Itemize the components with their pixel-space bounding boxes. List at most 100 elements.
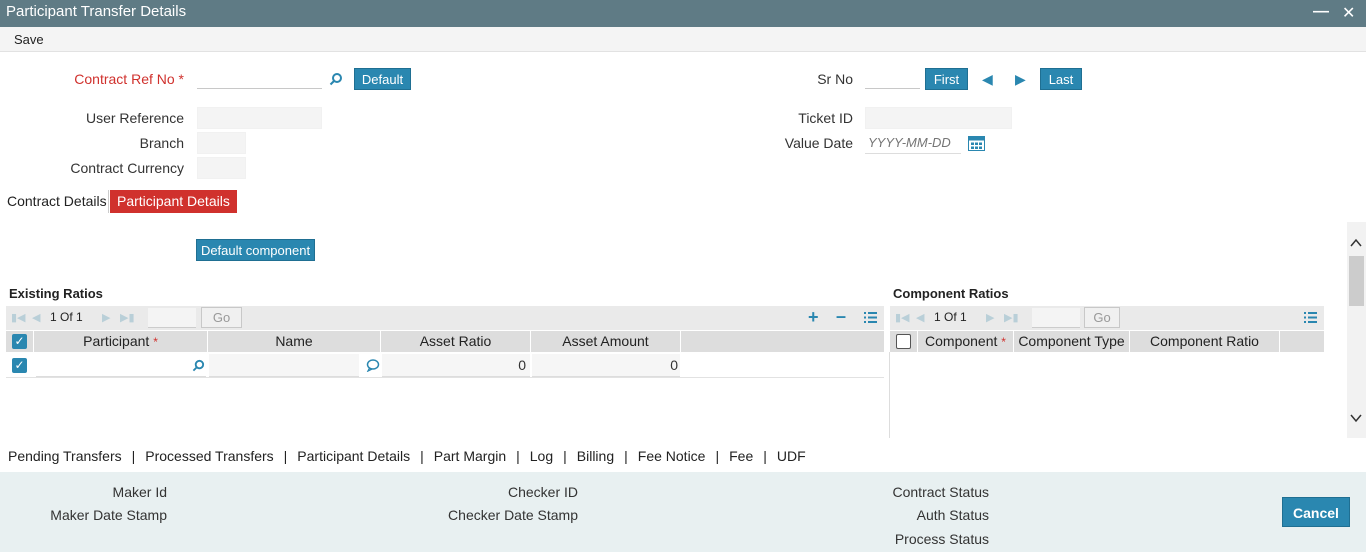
delete-row-icon[interactable]: – [836, 306, 846, 327]
page-number-input[interactable] [148, 308, 196, 328]
first-page-icon[interactable]: ▮◀ [11, 311, 26, 324]
contract-currency-label: Contract Currency [70, 160, 184, 176]
default-component-button[interactable]: Default component [196, 239, 315, 261]
row-checkbox[interactable]: ✓ [12, 358, 27, 373]
calendar-icon[interactable] [968, 136, 985, 151]
page-number-input[interactable] [1032, 308, 1080, 328]
component-ratios-title: Component Ratios [893, 286, 1009, 301]
audit-footer: Maker Id Maker Date Stamp Checker ID Che… [0, 472, 1366, 552]
title-bar: Participant Transfer Details — ✕ [0, 0, 1366, 27]
next-record-icon[interactable]: ▶ [1015, 69, 1026, 89]
link-udf[interactable]: UDF [777, 448, 806, 464]
component-ratios-toolbar: ▮◀ ◀ 1 Of 1 ▶ ▶▮ Go [890, 306, 1324, 330]
list-view-icon[interactable] [864, 311, 877, 324]
col-component-ratio[interactable]: Component Ratio [1130, 331, 1280, 352]
comment-icon[interactable] [366, 359, 380, 372]
scroll-down-icon[interactable] [1350, 413, 1362, 423]
ticket-id-label: Ticket ID [798, 110, 853, 126]
contract-currency-field [197, 157, 246, 179]
col-name[interactable]: Name [208, 331, 381, 352]
sr-no-input[interactable] [865, 67, 920, 89]
tab-contract-details[interactable]: Contract Details [7, 193, 107, 209]
select-all-cell: ✓ [6, 331, 34, 352]
branch-field [197, 132, 246, 154]
list-view-icon[interactable] [1304, 311, 1317, 324]
existing-ratios-title: Existing Ratios [9, 286, 103, 301]
select-all-checkbox[interactable]: ✓ [12, 334, 27, 349]
link-fee[interactable]: Fee [729, 448, 753, 464]
existing-ratios-header: ✓ Participant * Name Asset Ratio Asset A… [6, 331, 884, 352]
select-all-checkbox[interactable] [896, 334, 911, 349]
col-component[interactable]: Component * [918, 331, 1014, 352]
search-icon[interactable] [329, 72, 343, 86]
last-page-icon[interactable]: ▶▮ [120, 311, 135, 324]
link-log[interactable]: Log [530, 448, 553, 464]
link-separator: | [763, 448, 767, 464]
name-field [209, 354, 359, 377]
contract-ref-label-text: Contract Ref No [74, 71, 175, 87]
link-separator: | [563, 448, 567, 464]
link-part-margin[interactable]: Part Margin [434, 448, 506, 464]
go-button[interactable]: Go [1084, 307, 1120, 328]
page-of-label: Of [944, 310, 957, 324]
asset-amount-cell[interactable]: 0 [532, 354, 680, 377]
next-page-icon[interactable]: ▶ [986, 311, 994, 324]
col-asset-amount[interactable]: Asset Amount [531, 331, 681, 352]
contract-status-label: Contract Status [892, 484, 990, 500]
minimize-icon[interactable]: — [1313, 3, 1329, 21]
participant-search-icon[interactable] [192, 359, 205, 372]
close-icon[interactable]: ✕ [1342, 3, 1355, 23]
link-separator: | [715, 448, 720, 464]
save-button[interactable]: Save [14, 32, 44, 47]
prev-page-icon[interactable]: ◀ [916, 311, 924, 324]
user-reference-label: User Reference [85, 110, 184, 126]
vertical-scrollbar[interactable] [1347, 222, 1366, 438]
link-processed-transfers[interactable]: Processed Transfers [145, 448, 273, 464]
link-billing[interactable]: Billing [577, 448, 614, 464]
link-separator: | [624, 448, 628, 464]
link-participant-details[interactable]: Participant Details [297, 448, 410, 464]
first-button[interactable]: First [925, 68, 968, 90]
link-fee-notice[interactable]: Fee Notice [638, 448, 706, 464]
prev-page-icon[interactable]: ◀ [32, 311, 40, 324]
add-row-icon[interactable]: + [808, 307, 819, 328]
bottom-links: Pending Transfers | Processed Transfers | Pa… [8, 448, 806, 464]
select-all-cell [890, 331, 918, 352]
cancel-button[interactable]: Cancel [1282, 497, 1350, 527]
tab-participant-details[interactable]: Participant Details [110, 190, 237, 213]
process-status-label: Process Status [894, 531, 989, 547]
link-separator: | [131, 448, 136, 464]
link-separator: | [283, 448, 288, 464]
scrollbar-thumb[interactable] [1349, 256, 1364, 306]
grid-divider [889, 352, 890, 438]
col-participant-label: Participant [83, 333, 150, 349]
ticket-id-field [865, 107, 1012, 129]
menu-bar: Save [0, 27, 1366, 52]
participant-input[interactable] [36, 354, 206, 377]
page-indicator: 1 Of 1 [934, 310, 967, 324]
col-participant[interactable]: Participant * [34, 331, 208, 352]
link-separator: | [420, 448, 424, 464]
link-pending-transfers[interactable]: Pending Transfers [8, 448, 122, 464]
existing-ratios-toolbar: ▮◀ ◀ 1 Of 1 ▶ ▶▮ Go + – [6, 306, 884, 330]
first-page-icon[interactable]: ▮◀ [895, 311, 910, 324]
contract-ref-input[interactable] [197, 67, 322, 89]
default-button[interactable]: Default [354, 68, 411, 90]
col-asset-ratio[interactable]: Asset Ratio [381, 331, 531, 352]
value-date-input[interactable] [865, 132, 961, 154]
page-current: 1 [50, 310, 57, 324]
page-current: 1 [934, 310, 941, 324]
asset-ratio-cell[interactable]: 0 [382, 354, 530, 377]
contract-ref-label: Contract Ref No * [60, 71, 184, 87]
col-component-label: Component [925, 333, 998, 349]
col-component-type[interactable]: Component Type [1014, 331, 1130, 352]
last-page-icon[interactable]: ▶▮ [1004, 311, 1019, 324]
next-page-icon[interactable]: ▶ [102, 311, 110, 324]
scroll-up-icon[interactable] [1350, 238, 1362, 248]
required-mark: * [178, 71, 184, 87]
branch-label: Branch [139, 135, 184, 151]
page-total: 1 [76, 310, 83, 324]
previous-record-icon[interactable]: ◀ [982, 69, 993, 89]
go-button[interactable]: Go [201, 307, 242, 328]
last-button[interactable]: Last [1040, 68, 1082, 90]
